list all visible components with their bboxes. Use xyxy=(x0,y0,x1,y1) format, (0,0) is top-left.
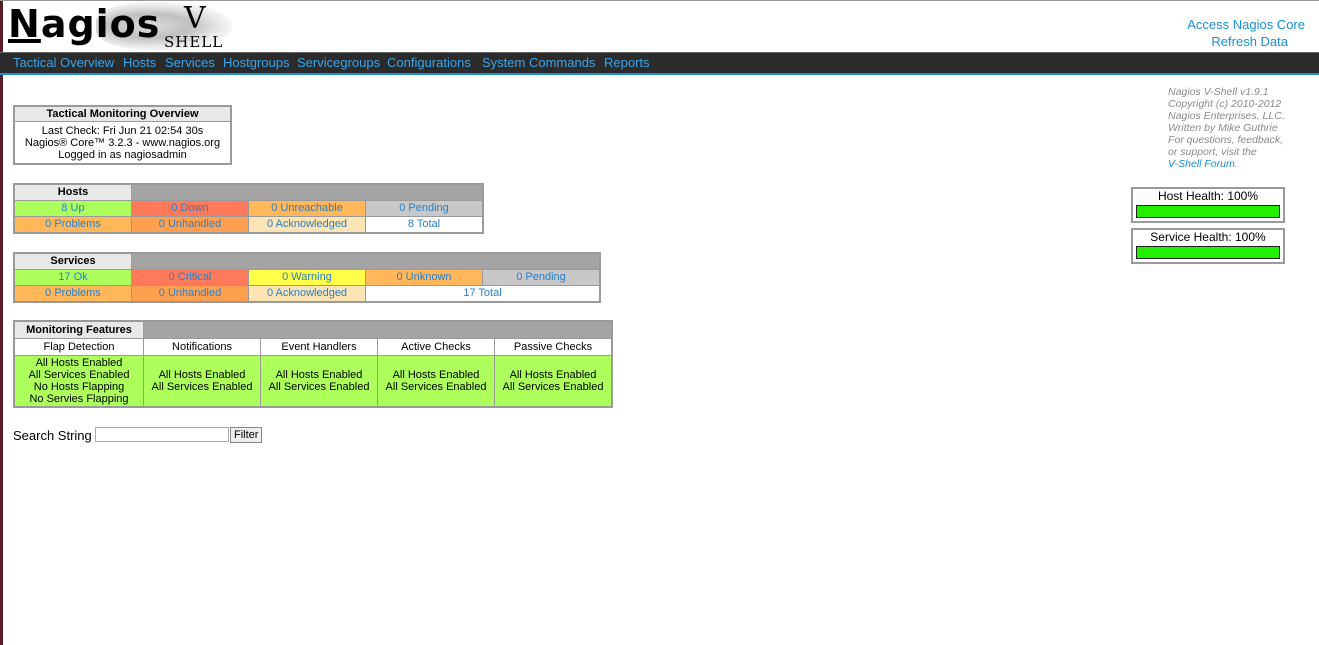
notifications-hosts: All Hosts Enabled xyxy=(158,369,246,381)
nav-servicegroups[interactable]: Servicegroups xyxy=(297,55,380,71)
services-pending[interactable]: 0 Pending xyxy=(482,269,601,286)
feature-col-event-handlers: Event Handlers xyxy=(260,338,378,356)
nav-reports[interactable]: Reports xyxy=(604,55,650,71)
notifications-services: All Services Enabled xyxy=(151,381,253,393)
hosts-problems[interactable]: 0 Problems xyxy=(13,216,132,234)
window-left-edge xyxy=(0,0,3,645)
services-ok[interactable]: 17 Ok xyxy=(13,269,132,286)
vshell-forum-link[interactable]: V-Shell Forum xyxy=(1168,158,1235,170)
nagios-core-version: Nagios® Core™ 3.2.3 - www.nagios.org xyxy=(24,137,221,149)
hosts-down[interactable]: 0 Down xyxy=(131,200,249,217)
main-nav: Tactical Overview Hosts Services Hostgro… xyxy=(0,52,1319,75)
service-health-label: Service Health: 100% xyxy=(1150,230,1266,244)
active-checks-cell[interactable]: All Hosts Enabled All Services Enabled xyxy=(377,355,495,408)
feature-col-passive-checks: Passive Checks xyxy=(494,338,613,356)
services-critical[interactable]: 0 Critical xyxy=(131,269,249,286)
hosts-up[interactable]: 8 Up xyxy=(13,200,132,217)
nav-system-commands[interactable]: System Commands xyxy=(482,55,595,71)
hosts-unreachable[interactable]: 0 Unreachable xyxy=(248,200,366,217)
hosts-table: Hosts 8 Up 0 Down 0 Unreachable 0 Pendin… xyxy=(13,183,484,234)
tactical-overview-body: Last Check: Fri Jun 21 02:54 30s Nagios®… xyxy=(15,122,230,163)
flap-hosts-flapping: No Hosts Flapping xyxy=(33,381,125,393)
info-company: Nagios Enterprises, LLC. xyxy=(1168,110,1285,122)
services-header-filler xyxy=(131,252,601,270)
hosts-title: Hosts xyxy=(13,183,132,201)
search-string-label: Search String xyxy=(13,428,92,443)
flap-services-flapping: No Servies Flapping xyxy=(29,393,129,405)
refresh-data-link[interactable]: Refresh Data xyxy=(1187,33,1288,50)
nav-configurations[interactable]: Configurations xyxy=(387,55,471,71)
event-handlers-cell[interactable]: All Hosts Enabled All Services Enabled xyxy=(260,355,378,408)
flap-hosts-enabled: All Hosts Enabled xyxy=(35,357,123,369)
nav-hosts[interactable]: Hosts xyxy=(123,55,156,71)
header-links: Access Nagios Core Refresh Data xyxy=(1187,16,1305,50)
hosts-acknowledged[interactable]: 0 Acknowledged xyxy=(248,216,366,234)
event-handlers-services: All Services Enabled xyxy=(268,381,370,393)
logged-in-user: Logged in as nagiosadmin xyxy=(58,149,187,161)
services-warning[interactable]: 0 Warning xyxy=(248,269,366,286)
monitoring-features-title: Monitoring Features xyxy=(13,320,144,339)
filter-button[interactable]: Filter xyxy=(230,427,263,443)
active-checks-hosts: All Hosts Enabled xyxy=(392,369,480,381)
feature-col-notifications: Notifications xyxy=(143,338,261,356)
logo-initial: N xyxy=(8,2,41,46)
nav-hostgroups[interactable]: Hostgroups xyxy=(223,55,289,71)
flap-services-enabled: All Services Enabled xyxy=(28,369,130,381)
feature-col-active-checks: Active Checks xyxy=(377,338,495,356)
active-checks-services: All Services Enabled xyxy=(385,381,487,393)
hosts-header-filler xyxy=(131,183,484,201)
nav-tactical-overview[interactable]: Tactical Overview xyxy=(13,55,114,71)
info-questions: For questions, feedback, xyxy=(1168,134,1283,146)
services-unknown[interactable]: 0 Unknown xyxy=(365,269,483,286)
services-unhandled[interactable]: 0 Unhandled xyxy=(131,285,249,303)
info-support: or support, visit the xyxy=(1168,146,1257,158)
info-forum-line: V-Shell Forum. xyxy=(1168,158,1313,170)
tactical-overview-box: Tactical Monitoring Overview Last Check:… xyxy=(13,105,232,165)
nav-services[interactable]: Services xyxy=(165,55,215,71)
passive-checks-services: All Services Enabled xyxy=(502,381,604,393)
services-problems[interactable]: 0 Problems xyxy=(13,285,132,303)
info-version: Nagios V-Shell v1.9.1 xyxy=(1168,86,1269,98)
flap-detection-cell[interactable]: All Hosts Enabled All Services Enabled N… xyxy=(13,355,144,408)
services-acknowledged[interactable]: 0 Acknowledged xyxy=(248,285,366,303)
services-title: Services xyxy=(13,252,132,270)
logo-word-rest: agios xyxy=(40,2,161,46)
monitoring-features-table: Monitoring Features Flap Detection Notif… xyxy=(13,320,613,408)
feature-col-flap-detection: Flap Detection xyxy=(13,338,144,356)
last-check-text: Last Check: Fri Jun 21 02:54 30s xyxy=(41,125,204,137)
hosts-total[interactable]: 8 Total xyxy=(365,216,484,234)
services-table: Services 17 Ok 0 Critical 0 Warning 0 Un… xyxy=(13,252,601,303)
vshell-info: Nagios V-Shell v1.9.1 Copyright (c) 2010… xyxy=(1168,86,1313,170)
event-handlers-hosts: All Hosts Enabled xyxy=(275,369,363,381)
tactical-overview-title: Tactical Monitoring Overview xyxy=(15,107,230,122)
vshell-logo: Nagios V SHELL xyxy=(8,1,232,51)
search-input[interactable] xyxy=(95,427,229,442)
services-total[interactable]: 17 Total xyxy=(365,285,601,303)
host-health-box: Host Health: 100% xyxy=(1131,187,1285,223)
logo-wordmark: Nagios xyxy=(8,2,160,46)
logo-shell: SHELL xyxy=(164,33,224,51)
passive-checks-hosts: All Hosts Enabled xyxy=(509,369,597,381)
service-health-box: Service Health: 100% xyxy=(1131,228,1285,264)
info-forum-suffix: . xyxy=(1234,158,1238,170)
host-health-bar xyxy=(1136,205,1280,218)
access-nagios-core-link[interactable]: Access Nagios Core xyxy=(1187,16,1305,33)
info-author: Written by Mike Guthrie xyxy=(1168,122,1278,134)
hosts-pending[interactable]: 0 Pending xyxy=(365,200,484,217)
logo-v: V xyxy=(184,1,206,36)
passive-checks-cell[interactable]: All Hosts Enabled All Services Enabled xyxy=(494,355,613,408)
features-header-filler xyxy=(143,320,613,339)
hosts-unhandled[interactable]: 0 Unhandled xyxy=(131,216,249,234)
info-copyright: Copyright (c) 2010-2012 xyxy=(1168,98,1282,110)
notifications-cell[interactable]: All Hosts Enabled All Services Enabled xyxy=(143,355,261,408)
host-health-label: Host Health: 100% xyxy=(1157,189,1259,203)
service-health-bar xyxy=(1136,246,1280,259)
